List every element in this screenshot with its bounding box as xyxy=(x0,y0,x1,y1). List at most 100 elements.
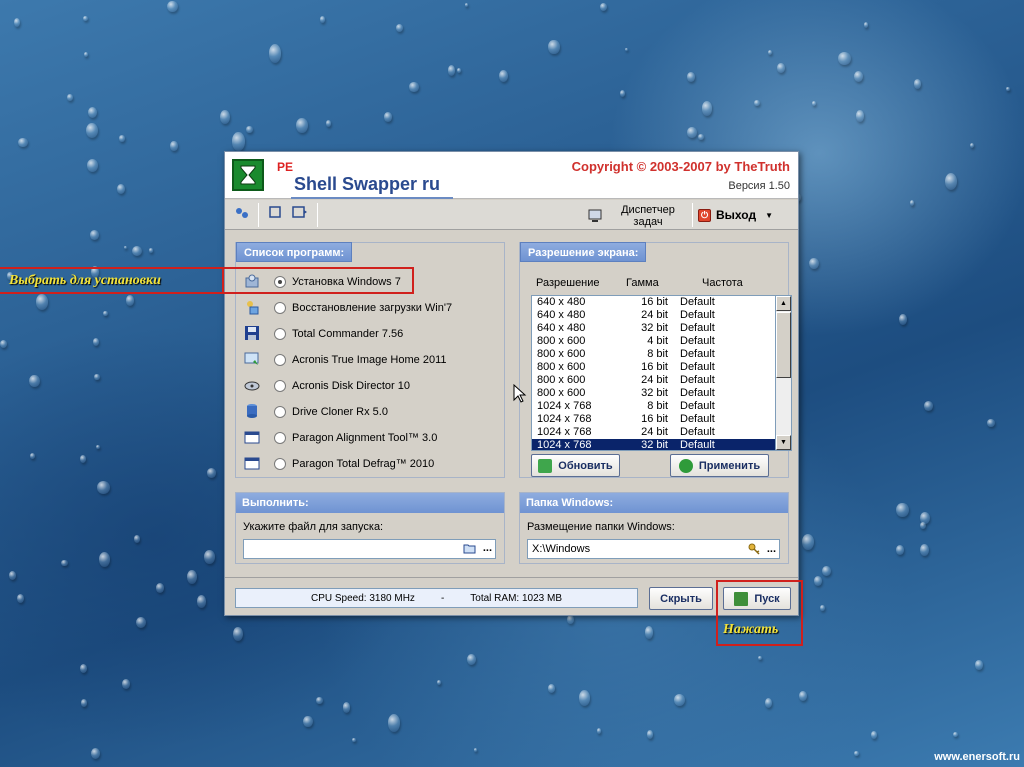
raindrop xyxy=(467,653,477,665)
scroll-up-icon[interactable]: ▲ xyxy=(776,296,791,311)
watermark: www.enersoft.ru xyxy=(934,751,1020,763)
scroll-thumb[interactable] xyxy=(776,312,791,378)
raindrop xyxy=(409,82,419,92)
program-item[interactable]: Paragon Alignment Tool™ 3.0 xyxy=(244,427,484,449)
run-file-input[interactable]: ... xyxy=(243,539,496,559)
raindrop xyxy=(811,101,816,106)
program-radio[interactable] xyxy=(274,406,286,418)
program-radio[interactable] xyxy=(274,380,286,392)
resolution-row[interactable]: 1024 x 768 24 bit Default xyxy=(532,426,775,439)
refresh-button[interactable]: Обновить xyxy=(531,454,620,477)
raindrop xyxy=(352,737,356,743)
resolution-row[interactable]: 640 x 480 24 bit Default xyxy=(532,309,775,322)
window-header: PE Shell Swapper ru Copyright © 2003-200… xyxy=(225,152,798,199)
chevron-down-icon[interactable]: ▼ xyxy=(765,211,773,220)
run-panel-title: Выполнить: xyxy=(236,493,504,513)
raindrop xyxy=(86,123,99,139)
raindrop xyxy=(79,663,88,673)
program-item[interactable]: Paragon Total Defrag™ 2010 xyxy=(244,453,484,475)
resolution-row[interactable]: 640 x 480 16 bit Default xyxy=(532,296,775,309)
raindrop xyxy=(686,71,695,82)
raindrop xyxy=(14,17,21,27)
window-icon xyxy=(244,429,262,447)
gamma-cell: 24 bit xyxy=(641,309,668,321)
toolbar-separator xyxy=(258,203,259,227)
column-frequency: Частота xyxy=(702,277,743,289)
raindrop xyxy=(296,117,308,133)
resolution-row[interactable]: 800 x 600 4 bit Default xyxy=(532,335,775,348)
raindrop xyxy=(567,615,574,624)
hide-button[interactable]: Скрыть xyxy=(649,587,713,610)
panel-icon[interactable] xyxy=(292,205,308,225)
exit-button[interactable]: ⏻ Выход ▼ xyxy=(698,205,773,225)
raindrop xyxy=(473,747,478,752)
resolution-row[interactable]: 1024 x 768 16 bit Default xyxy=(532,413,775,426)
windows-folder-input[interactable]: X:\Windows ... xyxy=(527,539,780,559)
column-resolution: Разрешение xyxy=(536,277,600,289)
raindrop xyxy=(854,751,859,756)
program-label: Acronis Disk Director 10 xyxy=(292,380,410,392)
windows-folder-value: X:\Windows xyxy=(532,543,591,555)
raindrop xyxy=(624,47,628,52)
program-radio[interactable] xyxy=(274,302,286,314)
program-radio[interactable] xyxy=(274,458,286,470)
program-item[interactable]: Acronis True Image Home 2011 xyxy=(244,349,484,371)
shell-swapper-window: PE Shell Swapper ru Copyright © 2003-200… xyxy=(224,151,799,616)
raindrop xyxy=(447,65,456,76)
program-item[interactable]: Drive Cloner Rx 5.0 xyxy=(244,401,484,423)
resolution-cell: 1024 x 768 xyxy=(537,426,592,438)
raindrop xyxy=(765,698,772,708)
scroll-down-icon[interactable]: ▼ xyxy=(776,435,791,450)
resolution-cell: 1024 x 768 xyxy=(537,400,592,412)
program-item[interactable]: Acronis Disk Director 10 xyxy=(244,375,484,397)
resolution-row[interactable]: 800 x 600 32 bit Default xyxy=(532,387,775,400)
frequency-cell: Default xyxy=(680,374,715,386)
program-label: Paragon Alignment Tool™ 3.0 xyxy=(292,432,438,444)
resolution-row[interactable]: 640 x 480 32 bit Default xyxy=(532,322,775,335)
frequency-cell: Default xyxy=(680,400,715,412)
raindrop xyxy=(799,690,808,702)
raindrop xyxy=(119,135,126,142)
raindrop xyxy=(919,544,929,557)
apply-button[interactable]: Применить xyxy=(670,454,769,477)
frequency-cell: Default xyxy=(680,296,715,308)
windows-folder-browse-button[interactable]: ... xyxy=(767,543,776,555)
run-field-label: Укажите файл для запуска: xyxy=(243,521,384,533)
raindrop xyxy=(122,678,131,689)
raindrop xyxy=(268,43,282,63)
program-item[interactable]: Восстановление загрузки Win'7 xyxy=(244,297,484,319)
resolution-row[interactable]: 1024 x 768 8 bit Default xyxy=(532,400,775,413)
resolution-row[interactable]: 800 x 600 16 bit Default xyxy=(532,361,775,374)
resolution-row[interactable]: 800 x 600 8 bit Default xyxy=(532,348,775,361)
annotation-select-text: Выбрать для установки xyxy=(9,273,161,288)
raindrop xyxy=(895,544,904,555)
windows-folder-panel: Папка Windows: Размещение папки Windows:… xyxy=(519,492,789,564)
raindrop xyxy=(813,576,822,587)
raindrop xyxy=(206,468,217,478)
database-icon xyxy=(244,403,262,421)
run-browse-button[interactable]: ... xyxy=(483,542,492,554)
program-radio[interactable] xyxy=(274,328,286,340)
keys-icon[interactable] xyxy=(747,542,761,556)
resolution-row[interactable]: 1024 x 768 32 bit Default xyxy=(532,439,775,450)
raindrop xyxy=(944,172,958,191)
program-radio[interactable] xyxy=(274,354,286,366)
raindrop xyxy=(855,109,865,122)
raindrop xyxy=(919,521,926,529)
network-icon[interactable] xyxy=(234,205,250,225)
folder-open-icon[interactable] xyxy=(463,542,477,554)
program-radio[interactable] xyxy=(274,432,286,444)
resolution-row[interactable]: 800 x 600 24 bit Default xyxy=(532,374,775,387)
raindrop xyxy=(920,511,930,524)
program-item[interactable]: Total Commander 7.56 xyxy=(244,323,484,345)
resolution-scrollbar[interactable]: ▲ ▼ xyxy=(776,295,792,451)
raindrop xyxy=(167,0,178,13)
task-manager-button[interactable]: Диспетчер задач xyxy=(587,203,691,229)
raindrop xyxy=(899,313,907,326)
resolution-list[interactable]: 640 x 480 16 bit Default 640 x 480 24 bit Def… xyxy=(531,295,776,451)
raindrop xyxy=(987,418,995,427)
frequency-cell: Default xyxy=(680,413,715,425)
raindrop xyxy=(97,480,111,494)
window-mode-icon[interactable] xyxy=(269,205,283,225)
gamma-cell: 8 bit xyxy=(647,348,668,360)
